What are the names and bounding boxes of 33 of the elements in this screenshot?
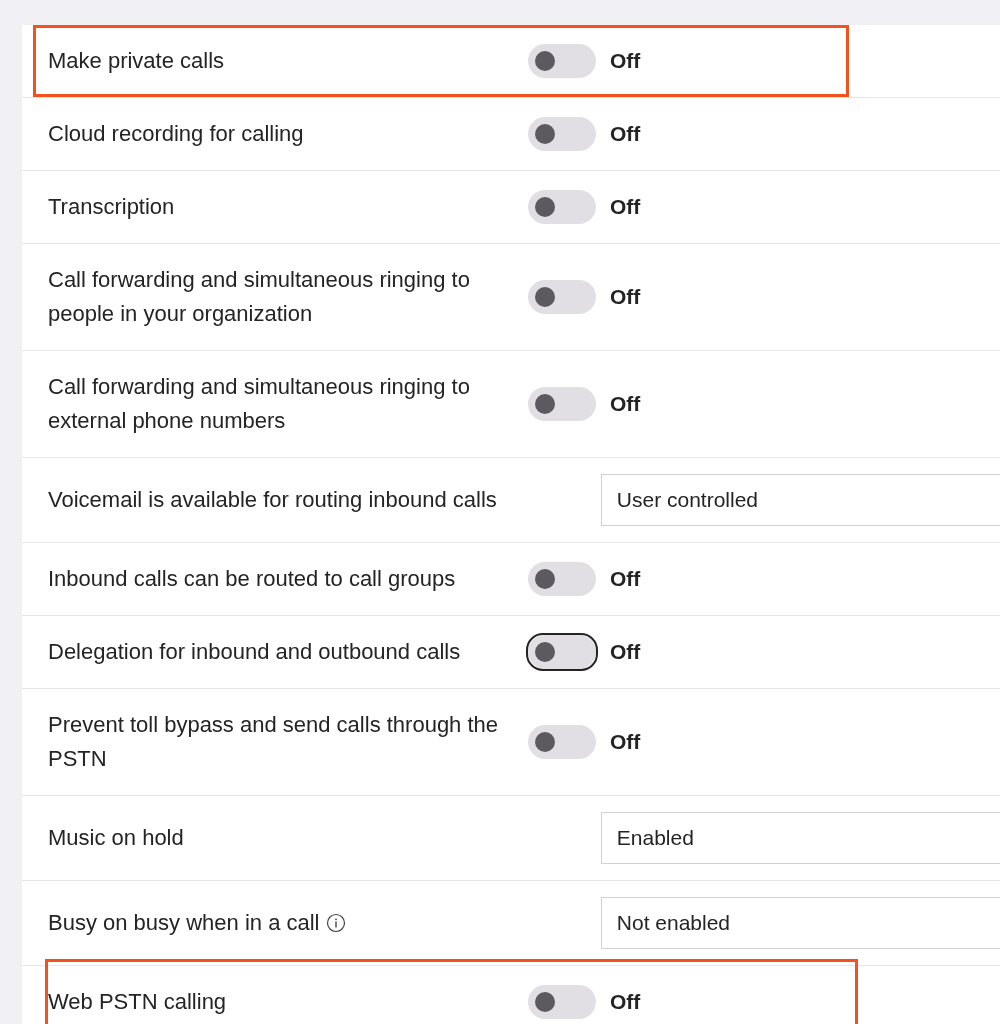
toggle-switch[interactable] [528,387,596,421]
toggle-state: Off [610,990,641,1014]
setting-label: Web PSTN calling [48,988,228,1016]
setting-label: Call forwarding and simultaneous ringing to people in your organization [48,266,471,328]
toggle-state: Off [610,392,641,416]
toggle-switch[interactable] [528,44,596,78]
setting-label: Music on hold [48,824,184,852]
setting-label: Inbound calls can be routed to call groups [48,565,457,593]
toggle-state: Off [610,640,641,664]
info-icon[interactable] [325,913,346,933]
setting-label: Make private calls [48,47,226,75]
toggle-state: Off [610,730,641,754]
toggle-switch[interactable] [528,725,596,759]
toggle-switch[interactable] [528,117,596,151]
toggle-switch[interactable] [528,190,596,224]
toggle-state: Off [610,195,641,219]
setting-label: Call forwarding and simultaneous ringing to external phone numbers [48,373,471,435]
dropdown[interactable]: Not enabled [600,897,1000,949]
toggle-switch[interactable] [528,985,596,1019]
toggle-state: Off [610,285,641,309]
toggle-state: Off [610,122,641,146]
setting-label: Delegation for inbound and outbound calls [48,638,462,666]
setting-label: Cloud recording for calling [48,120,305,148]
setting-label: Prevent toll bypass and send calls through the PSTN [48,711,500,773]
toggle-switch[interactable] [528,562,596,596]
toggle-state: Off [610,49,641,73]
setting-label: Voicemail is available for routing inbound calls [48,486,497,514]
toggle-state: Off [610,567,641,591]
setting-label: Busy on busy when in a call [48,909,320,937]
setting-label: Transcription [48,193,176,221]
dropdown[interactable]: Enabled [600,812,1000,864]
dropdown[interactable]: User controlled [600,474,1000,526]
toggle-switch[interactable] [528,280,596,314]
